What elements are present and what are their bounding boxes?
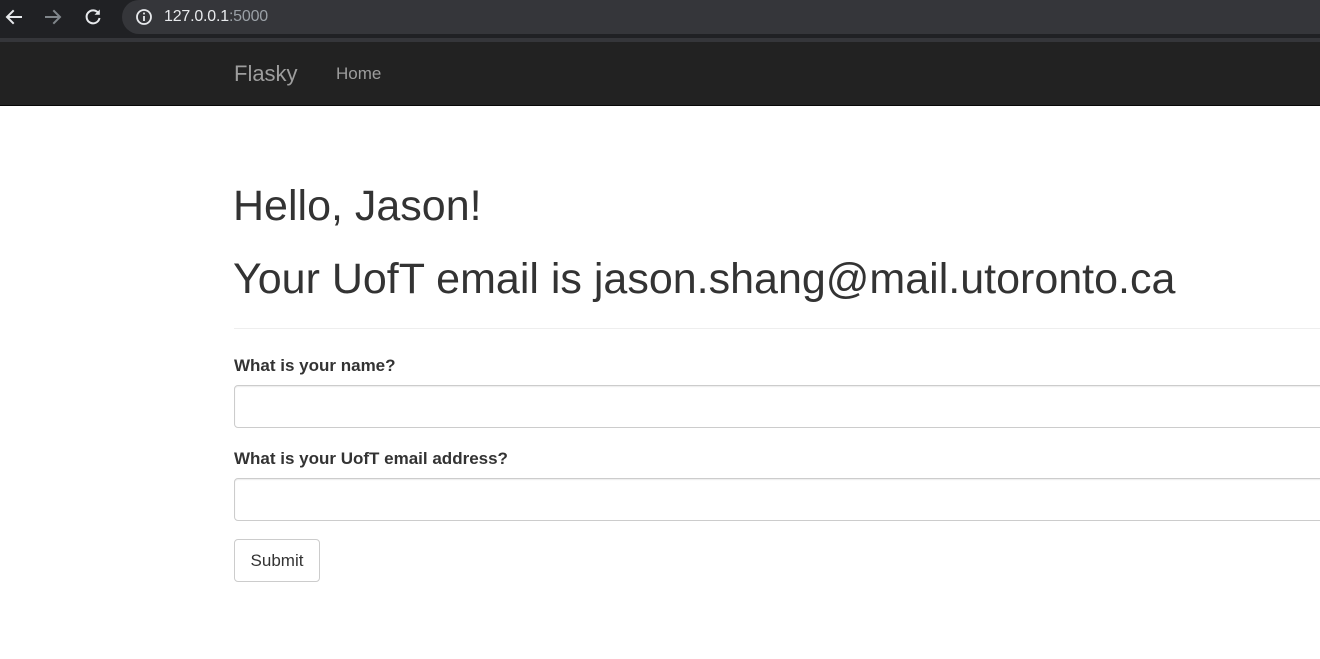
site-navbar: Flasky Home: [0, 42, 1320, 106]
forward-button[interactable]: [40, 4, 66, 30]
email-label: What is your UofT email address?: [234, 449, 508, 468]
nav-link-home[interactable]: Home: [336, 63, 381, 85]
name-label: What is your name?: [234, 356, 396, 375]
greeting-heading: Hello, Jason!: [233, 182, 482, 230]
url-port: :5000: [228, 8, 268, 25]
reload-icon: [85, 9, 101, 25]
navbar-brand[interactable]: Flasky: [234, 61, 298, 87]
header-divider: [234, 328, 1320, 329]
arrow-left-icon: [5, 9, 22, 25]
arrow-right-icon: [45, 9, 62, 25]
reload-button[interactable]: [80, 4, 106, 30]
email-input[interactable]: [234, 478, 1320, 521]
url-host: 127.0.0.1: [164, 8, 229, 25]
back-button[interactable]: [1, 4, 27, 30]
address-url[interactable]: 127.0.0.1:5000: [164, 7, 268, 27]
name-input[interactable]: [234, 385, 1320, 428]
address-bar[interactable]: [122, 0, 1320, 34]
email-heading: Your UofT email is jason.shang@mail.utor…: [233, 255, 1176, 303]
info-icon[interactable]: [135, 8, 153, 26]
submit-button[interactable]: Submit: [234, 539, 320, 582]
